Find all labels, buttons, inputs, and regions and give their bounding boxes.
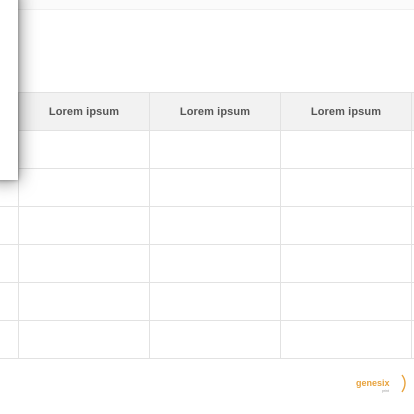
table-cell [149, 244, 281, 283]
top-strip [0, 0, 414, 10]
table-row [0, 130, 414, 169]
table-row [0, 168, 414, 207]
data-table: Lorem ipsum Lorem ipsum Lorem ipsum [0, 92, 414, 359]
table-cell [280, 320, 412, 359]
table-cell [280, 282, 412, 321]
brand-logo: genesix print [356, 372, 408, 394]
table-cell [18, 320, 150, 359]
table-cell [18, 130, 150, 169]
table-cell [149, 282, 281, 321]
table-cell [0, 206, 19, 245]
table-cell [280, 206, 412, 245]
table-cell [149, 168, 281, 207]
table-cell [149, 320, 281, 359]
table-header-cell: Lorem ipsum [280, 92, 412, 131]
table-header-row: Lorem ipsum Lorem ipsum Lorem ipsum [0, 92, 414, 131]
table-cell [280, 130, 412, 169]
table-header-cell: Lorem ipsum [18, 92, 150, 131]
table-row [0, 206, 414, 245]
table-cell [0, 244, 19, 283]
table-cell [280, 244, 412, 283]
floating-panel [0, 0, 18, 180]
table-row [0, 320, 414, 359]
table-header-cell: Lorem ipsum [149, 92, 281, 131]
table-cell [18, 206, 150, 245]
table-cell [149, 130, 281, 169]
table-cell [0, 282, 19, 321]
table-cell [18, 282, 150, 321]
table-cell [149, 206, 281, 245]
brand-logo-icon: genesix print [356, 374, 406, 393]
table-row [0, 244, 414, 283]
brand-logo-text: genesix [356, 378, 390, 388]
brand-logo-subtext: print [382, 389, 389, 393]
table-cell [18, 168, 150, 207]
table-cell [18, 244, 150, 283]
table-cell [280, 168, 412, 207]
page: Lorem ipsum Lorem ipsum Lorem ipsum gene… [0, 0, 414, 414]
table-cell [0, 320, 19, 359]
table-row [0, 282, 414, 321]
